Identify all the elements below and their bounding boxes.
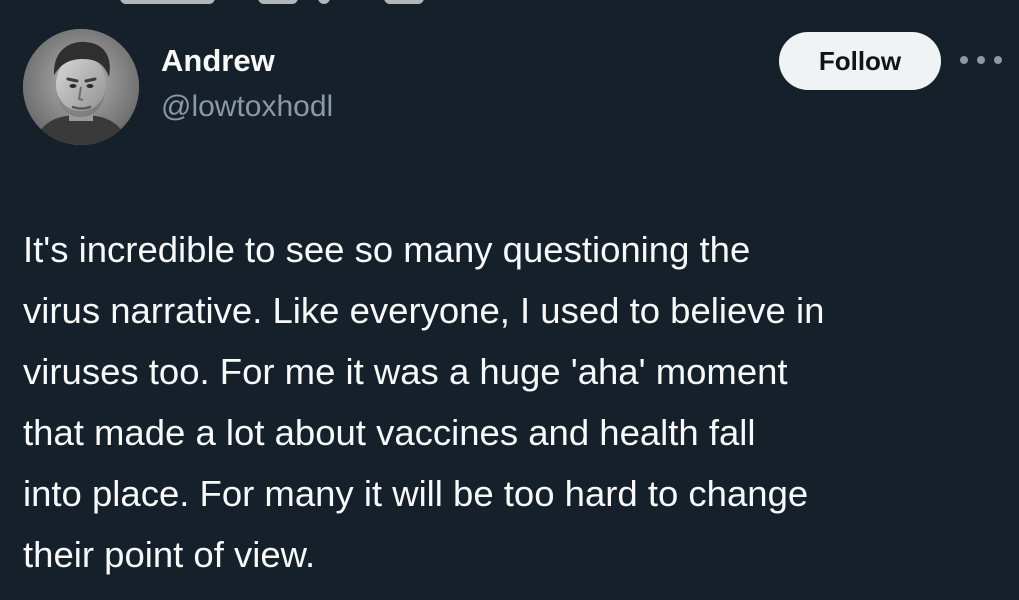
tweet-text-line: that made a lot about vaccines and healt… bbox=[23, 412, 756, 453]
avatar[interactable] bbox=[23, 29, 139, 145]
author-block: Andrew @lowtoxhodl bbox=[161, 42, 333, 126]
follow-button[interactable]: Follow bbox=[779, 32, 941, 90]
dot bbox=[994, 56, 1002, 64]
tweet-text-line: their point of view. bbox=[23, 534, 316, 575]
tweet-text-line: viruses too. For me it was a huge 'aha' … bbox=[23, 351, 788, 392]
tweet-text-line: into place. For many it will be too hard… bbox=[23, 473, 809, 514]
author-display-name[interactable]: Andrew bbox=[161, 42, 333, 80]
profile-photo-icon bbox=[23, 29, 139, 145]
author-handle[interactable]: @lowtoxhodl bbox=[161, 88, 333, 126]
more-options-icon[interactable] bbox=[960, 50, 1002, 70]
dot bbox=[960, 56, 968, 64]
dot bbox=[977, 56, 985, 64]
tweet-text-line: virus narrative. Like everyone, I used t… bbox=[23, 290, 825, 331]
cropped-text-fragment bbox=[0, 0, 1019, 12]
tweet-text-line: It's incredible to see so many questioni… bbox=[23, 229, 751, 270]
tweet-text: It's incredible to see so many questioni… bbox=[23, 219, 1008, 585]
